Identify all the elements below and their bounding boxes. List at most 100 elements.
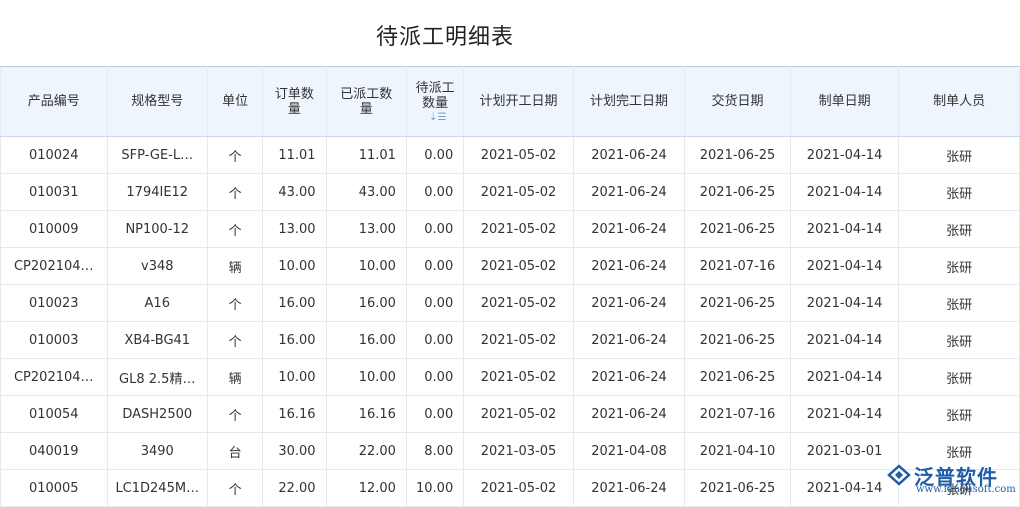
cell-plan-finish: 2021-06-24 bbox=[573, 210, 686, 248]
cell-unit: 个 bbox=[207, 136, 264, 174]
column-header-order-qty[interactable]: 订单数量 bbox=[262, 66, 327, 137]
cell-delivery-date: 2021-07-16 bbox=[684, 395, 791, 433]
cell-dispatched-qty: 16.00 bbox=[326, 321, 407, 359]
cell-delivery-date: 2021-06-25 bbox=[684, 469, 791, 507]
cell-plan-start: 2021-05-02 bbox=[463, 136, 574, 174]
cell-pending-qty: 0.00 bbox=[406, 358, 465, 396]
cell-order-qty: 16.16 bbox=[262, 395, 327, 433]
column-header-dispatched-qty[interactable]: 已派工数量 bbox=[326, 66, 407, 137]
cell-order-qty: 22.00 bbox=[262, 469, 327, 507]
cell-unit: 辆 bbox=[207, 358, 264, 396]
cell-plan-finish: 2021-06-24 bbox=[573, 395, 686, 433]
column-header-spec-model[interactable]: 规格型号 bbox=[107, 66, 209, 137]
cell-product-code: 010005 bbox=[0, 469, 108, 507]
cell-creator: 张研 bbox=[898, 321, 1020, 359]
cell-spec-model: v348 bbox=[107, 247, 209, 285]
cell-creator: 张研 bbox=[898, 173, 1020, 211]
table-row[interactable]: CP202104… v348 辆 10.00 10.00 0.00 2021-05-02 20… bbox=[0, 247, 1020, 285]
cell-dispatched-qty: 22.00 bbox=[326, 432, 407, 470]
cell-dispatched-qty: 43.00 bbox=[326, 173, 407, 211]
cell-creator: 张研 bbox=[898, 210, 1020, 248]
cell-spec-model: XB4-BG41 bbox=[107, 321, 209, 359]
cell-delivery-date: 2021-06-25 bbox=[684, 358, 791, 396]
cell-product-code: CP202104… bbox=[0, 358, 108, 396]
cell-order-qty: 16.00 bbox=[262, 321, 327, 359]
cell-plan-start: 2021-05-02 bbox=[463, 247, 574, 285]
cell-created-date: 2021-04-14 bbox=[790, 210, 900, 248]
cell-spec-model: 3490 bbox=[107, 432, 209, 470]
column-header-delivery-date[interactable]: 交货日期 bbox=[684, 66, 791, 137]
cell-order-qty: 43.00 bbox=[262, 173, 327, 211]
cell-unit: 个 bbox=[207, 284, 264, 322]
cell-pending-qty: 0.00 bbox=[406, 136, 465, 174]
column-header-created-date[interactable]: 制单日期 bbox=[790, 66, 900, 137]
cell-dispatched-qty: 11.01 bbox=[326, 136, 407, 174]
cell-spec-model: NP100-12 bbox=[107, 210, 209, 248]
table-row[interactable]: CP202104… GL8 2.5精… 辆 10.00 10.00 0.00 2021-05… bbox=[0, 358, 1020, 396]
cell-delivery-date: 2021-07-16 bbox=[684, 247, 791, 285]
cell-creator: 张研 bbox=[898, 284, 1020, 322]
brand-logo-icon bbox=[887, 464, 911, 486]
table-row[interactable]: 010003 XB4-BG41 个 16.00 16.00 0.00 2021-05-02 2… bbox=[0, 321, 1020, 359]
page-title: 待派工明细表 bbox=[375, 25, 514, 50]
cell-pending-qty: 10.00 bbox=[406, 469, 465, 507]
cell-product-code: 010023 bbox=[0, 284, 108, 322]
cell-created-date: 2021-03-01 bbox=[790, 432, 900, 470]
column-header-creator[interactable]: 制单人员 bbox=[898, 66, 1020, 137]
table-row[interactable]: 010005 LC1D245M… 个 22.00 12.00 10.00 2021-05-0… bbox=[0, 469, 1020, 507]
column-header-unit[interactable]: 单位 bbox=[207, 66, 264, 137]
table-row[interactable]: 040019 3490 台 30.00 22.00 8.00 2021-03-05 2021-… bbox=[0, 432, 1020, 470]
cell-created-date: 2021-04-14 bbox=[790, 136, 900, 174]
cell-delivery-date: 2021-04-10 bbox=[684, 432, 791, 470]
cell-pending-qty: 0.00 bbox=[406, 284, 465, 322]
cell-plan-finish: 2021-06-24 bbox=[573, 136, 686, 174]
cell-plan-start: 2021-03-05 bbox=[463, 432, 574, 470]
cell-pending-qty: 8.00 bbox=[406, 432, 465, 470]
table-row[interactable]: 010024 SFP-GE-L… 个 11.01 11.01 0.00 2021-05-02… bbox=[0, 136, 1020, 174]
column-header-product-code[interactable]: 产品编号 bbox=[0, 66, 108, 137]
cell-dispatched-qty: 16.00 bbox=[326, 284, 407, 322]
cell-dispatched-qty: 10.00 bbox=[326, 247, 407, 285]
cell-creator: 张研 bbox=[898, 247, 1020, 285]
cell-created-date: 2021-04-14 bbox=[790, 469, 900, 507]
cell-unit: 个 bbox=[207, 321, 264, 359]
cell-plan-start: 2021-05-02 bbox=[463, 284, 574, 322]
cell-created-date: 2021-04-14 bbox=[790, 321, 900, 359]
table-row[interactable]: 010031 1794IE12 个 43.00 43.00 0.00 2021-05-02 2… bbox=[0, 173, 1020, 211]
cell-dispatched-qty: 10.00 bbox=[326, 358, 407, 396]
cell-created-date: 2021-04-14 bbox=[790, 173, 900, 211]
cell-creator: 张研 bbox=[898, 358, 1020, 396]
cell-product-code: 040019 bbox=[0, 432, 108, 470]
table-header-row: 产品编号 规格型号 单位 订单数量 已派工数量 待派工数量 ⇣☰ 计划开工日期 计… bbox=[0, 66, 1020, 137]
cell-delivery-date: 2021-06-25 bbox=[684, 284, 791, 322]
cell-created-date: 2021-04-14 bbox=[790, 358, 900, 396]
cell-delivery-date: 2021-06-25 bbox=[684, 210, 791, 248]
cell-spec-model: DASH2500 bbox=[107, 395, 209, 433]
cell-order-qty: 10.00 bbox=[262, 358, 327, 396]
cell-pending-qty: 0.00 bbox=[406, 321, 465, 359]
table-row[interactable]: 010023 A16 个 16.00 16.00 0.00 2021-05-02 2021-0… bbox=[0, 284, 1020, 322]
cell-plan-finish: 2021-06-24 bbox=[573, 247, 686, 285]
cell-order-qty: 10.00 bbox=[262, 247, 327, 285]
cell-unit: 个 bbox=[207, 395, 264, 433]
cell-dispatched-qty: 16.16 bbox=[326, 395, 407, 433]
cell-dispatched-qty: 12.00 bbox=[326, 469, 407, 507]
cell-spec-model: A16 bbox=[107, 284, 209, 322]
data-table: 产品编号 规格型号 单位 订单数量 已派工数量 待派工数量 ⇣☰ 计划开工日期 计… bbox=[0, 66, 1020, 507]
column-header-plan-start[interactable]: 计划开工日期 bbox=[463, 66, 574, 137]
table-row[interactable]: 010009 NP100-12 个 13.00 13.00 0.00 2021-05-02 2… bbox=[0, 210, 1020, 248]
cell-order-qty: 16.00 bbox=[262, 284, 327, 322]
column-header-pending-qty[interactable]: 待派工数量 ⇣☰ bbox=[406, 66, 465, 137]
brand-logo: 泛普软件 www.fanpusoft.com bbox=[886, 459, 1016, 497]
cell-pending-qty: 0.00 bbox=[406, 395, 465, 433]
cell-plan-start: 2021-05-02 bbox=[463, 210, 574, 248]
cell-unit: 台 bbox=[207, 432, 264, 470]
cell-plan-start: 2021-05-02 bbox=[463, 469, 574, 507]
table-row[interactable]: 010054 DASH2500 个 16.16 16.16 0.00 2021-05-02 2… bbox=[0, 395, 1020, 433]
cell-plan-finish: 2021-06-24 bbox=[573, 469, 686, 507]
cell-dispatched-qty: 13.00 bbox=[326, 210, 407, 248]
column-header-plan-finish[interactable]: 计划完工日期 bbox=[573, 66, 686, 137]
cell-product-code: 010003 bbox=[0, 321, 108, 359]
sort-icon[interactable]: ⇣☰ bbox=[429, 112, 446, 123]
cell-order-qty: 30.00 bbox=[262, 432, 327, 470]
